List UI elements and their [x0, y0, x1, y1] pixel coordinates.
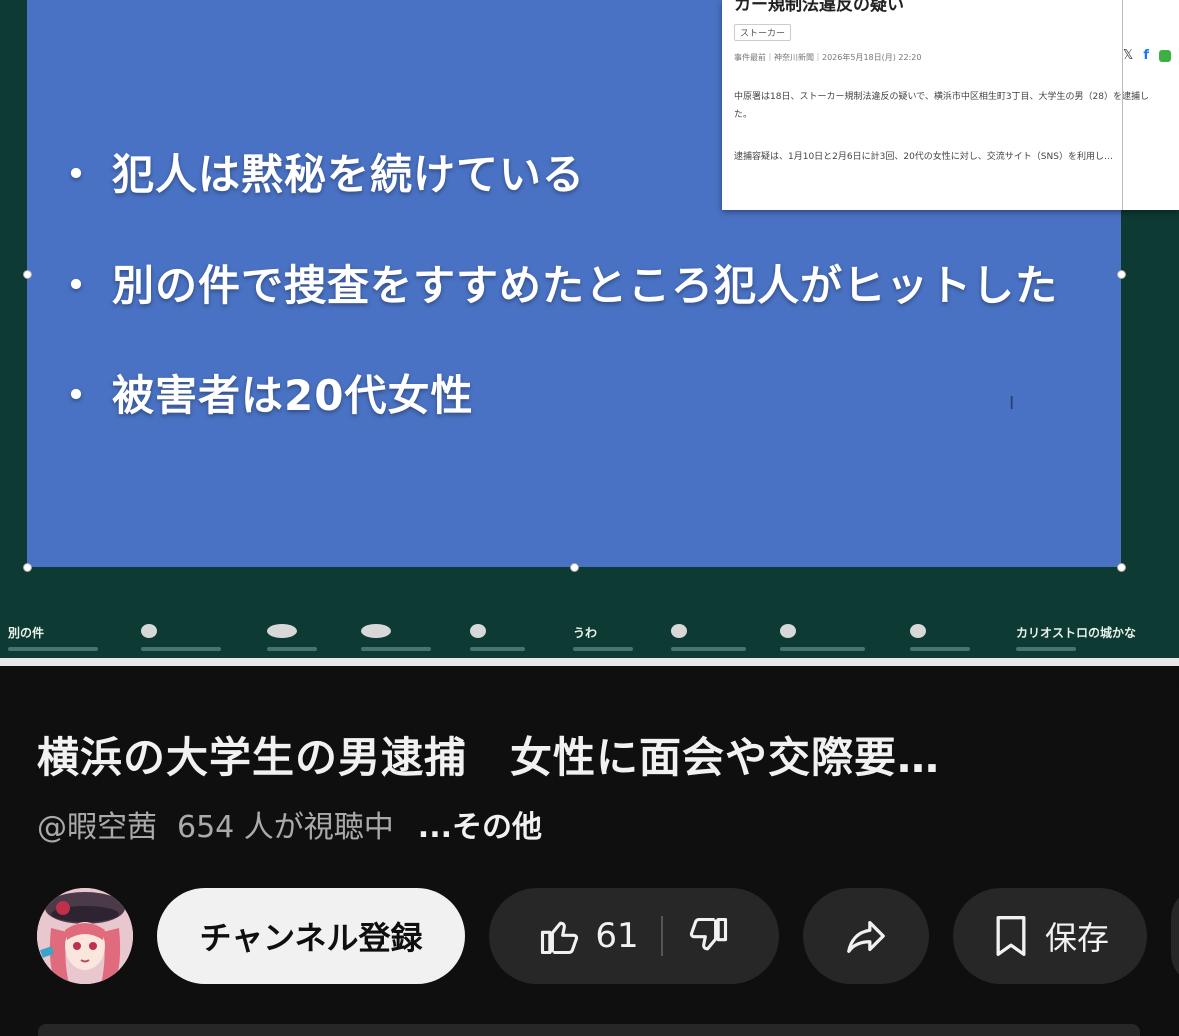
news-meta: 事件最前｜神奈川新聞｜2026年5月18日(月) 22:20	[734, 53, 922, 62]
slide-bullet: ・犯人は黙秘を続けている	[55, 141, 585, 202]
selection-handle	[1117, 270, 1126, 279]
ticker-avatar-icon	[361, 624, 391, 638]
ticker-username	[470, 647, 525, 651]
bullet-text: 犯人は黙秘を続けている	[112, 150, 586, 199]
video-meta-row[interactable]: @暇空茜 654 人が視聴中 ...その他	[37, 802, 542, 846]
share-button[interactable]	[803, 888, 929, 984]
slide-bullet: ・被害者は20代女性	[55, 362, 473, 423]
subscribe-label: チャンネル登録	[199, 919, 423, 957]
ticker-avatar-icon	[671, 624, 687, 638]
video-title[interactable]: 横浜の大学生の男逮捕 女性に面会や交際要…	[37, 724, 940, 785]
subscribe-button[interactable]: チャンネル登録	[157, 888, 465, 984]
selection-handle	[1117, 563, 1126, 572]
video-bottom-strip	[0, 658, 1179, 666]
ticker-username	[780, 647, 865, 651]
ticker-username	[8, 647, 98, 651]
ticker-avatar-icon	[470, 624, 486, 638]
ticker-username	[573, 647, 633, 651]
ticker-username	[1016, 647, 1076, 651]
save-label: 保存	[1044, 919, 1109, 957]
bullet-text: 別の件で捜査をすすめたところ犯人がヒットした	[112, 261, 1059, 310]
divider	[1122, 0, 1123, 210]
text-cursor-icon: Ι	[1009, 393, 1015, 414]
bookmark-icon	[996, 916, 1026, 956]
viewer-count: 654 人が視聴中	[177, 810, 394, 845]
ticker-username	[671, 647, 746, 651]
news-tag: ストーカー	[734, 24, 792, 41]
bullet-marker: ・	[55, 261, 99, 310]
bullet-marker: ・	[55, 150, 99, 199]
ticker-username	[267, 647, 317, 651]
slide-bullet: ・別の件で捜査をすすめたところ犯人がヒットした	[55, 252, 1058, 313]
share-icon	[847, 920, 885, 953]
bullet-marker: ・	[55, 371, 99, 420]
ticker-username	[141, 647, 221, 651]
ticker-username	[361, 647, 431, 651]
save-button[interactable]: 保存	[953, 888, 1147, 984]
chat-ticker: 別の件 うわ カリオストロの城かな	[0, 618, 1179, 658]
x-icon: 𝕏	[1122, 48, 1134, 63]
ticker-avatar-icon	[267, 624, 297, 638]
thumbs-up-icon[interactable]	[537, 914, 581, 958]
news-title: カー規制法違反の疑い	[734, 0, 904, 15]
like-divider	[660, 916, 663, 956]
ticker-comment: 別の件	[8, 626, 45, 640]
selection-handle	[23, 563, 32, 572]
ticker-avatar-icon	[910, 624, 926, 638]
line-icon	[1159, 49, 1171, 62]
avatar-image	[37, 888, 133, 984]
more-link[interactable]: ...その他	[418, 810, 542, 845]
news-paragraph: 逮捕容疑は、1月10日と2月6日に計3回、20代の女性に対し、交流サイト（SNS…	[734, 152, 1113, 162]
news-paragraph: 中原署は18日、ストーカー規制法違反の疑いで、横浜市中区相生町3丁目、大学生の男…	[734, 92, 1150, 120]
selection-handle	[23, 270, 32, 279]
news-share-icons: 𝕏 f	[1123, 48, 1171, 63]
video-player[interactable]: ・犯人は黙秘を続けている ・別の件で捜査をすすめたところ犯人がヒットした ・被害…	[0, 0, 1179, 666]
thumbs-down-icon[interactable]	[687, 914, 731, 958]
ticker-avatar-icon	[780, 624, 796, 638]
like-count: 61	[595, 916, 639, 956]
ticker-avatar-icon	[141, 624, 157, 638]
next-section-edge	[38, 1024, 1140, 1036]
channel-handle[interactable]: @暇空茜	[37, 810, 157, 845]
ticker-comment: うわ	[573, 626, 598, 640]
news-article-overlay: カー規制法違反の疑い ストーカー 事件最前｜神奈川新聞｜2026年5月18日(月…	[722, 0, 1179, 210]
facebook-icon: f	[1143, 48, 1149, 63]
selection-handle	[570, 563, 579, 572]
like-dislike-group: 61	[489, 888, 779, 984]
ticker-username	[910, 647, 970, 651]
channel-avatar[interactable]	[37, 888, 133, 984]
ticker-comment: カリオストロの城かな	[1016, 626, 1137, 640]
bullet-text: 被害者は20代女性	[112, 371, 474, 420]
